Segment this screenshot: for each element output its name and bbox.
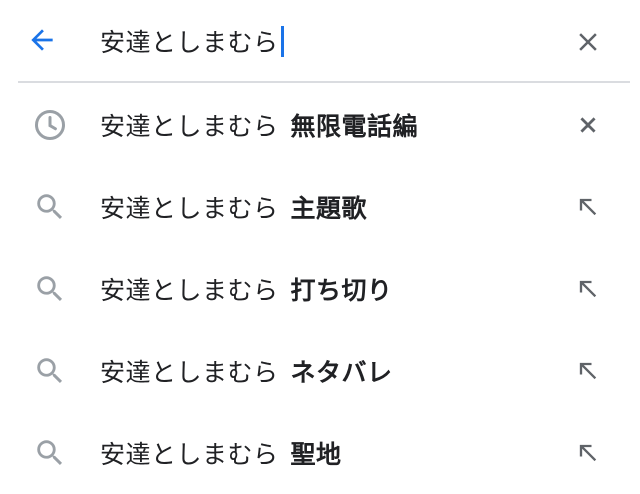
search-icon xyxy=(30,187,70,227)
close-icon xyxy=(579,33,597,51)
text-caret xyxy=(280,25,284,57)
search-icon xyxy=(30,433,70,473)
back-button[interactable] xyxy=(22,20,62,60)
search-query-text: 安達としまむら xyxy=(100,28,279,57)
suggestion-item[interactable]: 安達としまむら ネタバレ xyxy=(0,330,640,412)
suggestion-label: 安達としまむら ネタバレ xyxy=(100,330,393,412)
suggestion-prefix: 安達としまむら xyxy=(100,194,279,223)
search-bar: 安達としまむら xyxy=(0,0,640,82)
search-divider xyxy=(18,81,630,83)
suggestion-prefix: 安達としまむら xyxy=(100,358,279,387)
suggestion-label: 安達としまむら 打ち切り xyxy=(100,248,393,330)
fill-query-button[interactable] xyxy=(566,349,610,393)
fill-query-button[interactable] xyxy=(566,185,610,229)
suggestion-prefix: 安達としまむら xyxy=(100,440,279,469)
suggestion-completion: 聖地 xyxy=(290,440,342,469)
arrow-left-icon xyxy=(31,29,53,51)
suggestion-label: 安達としまむら 無限電話編 xyxy=(100,84,418,166)
suggestion-item[interactable]: 安達としまむら 無限電話編 xyxy=(0,84,640,166)
arrow-up-left-icon xyxy=(579,280,597,298)
suggestion-completion: 無限電話編 xyxy=(290,112,419,141)
suggestion-prefix: 安達としまむら xyxy=(100,276,279,305)
fill-query-button[interactable] xyxy=(566,267,610,311)
close-icon xyxy=(580,117,596,133)
suggestion-item[interactable]: 安達としまむら 聖地 xyxy=(0,412,640,494)
remove-history-button[interactable] xyxy=(566,103,610,147)
search-icon xyxy=(30,351,70,391)
suggestion-list: 安達としまむら 無限電話編 安達としまむら 主題歌 安達としまむら 打ち切り 安… xyxy=(0,84,640,494)
suggestion-label: 安達としまむら 主題歌 xyxy=(100,166,367,248)
history-clock-icon xyxy=(30,105,70,145)
suggestion-item[interactable]: 安達としまむら 打ち切り xyxy=(0,248,640,330)
search-icon xyxy=(30,269,70,309)
suggestion-completion: 打ち切り xyxy=(290,276,393,305)
suggestion-completion: 主題歌 xyxy=(290,194,368,223)
suggestion-item[interactable]: 安達としまむら 主題歌 xyxy=(0,166,640,248)
search-input[interactable]: 安達としまむら xyxy=(100,22,284,60)
clear-search-button[interactable] xyxy=(566,20,610,64)
arrow-up-left-icon xyxy=(579,362,597,380)
arrow-up-left-icon xyxy=(579,444,597,462)
arrow-up-left-icon xyxy=(579,198,597,216)
fill-query-button[interactable] xyxy=(566,431,610,475)
suggestion-prefix: 安達としまむら xyxy=(100,112,279,141)
suggestion-completion: ネタバレ xyxy=(290,358,393,387)
suggestion-label: 安達としまむら 聖地 xyxy=(100,412,342,494)
